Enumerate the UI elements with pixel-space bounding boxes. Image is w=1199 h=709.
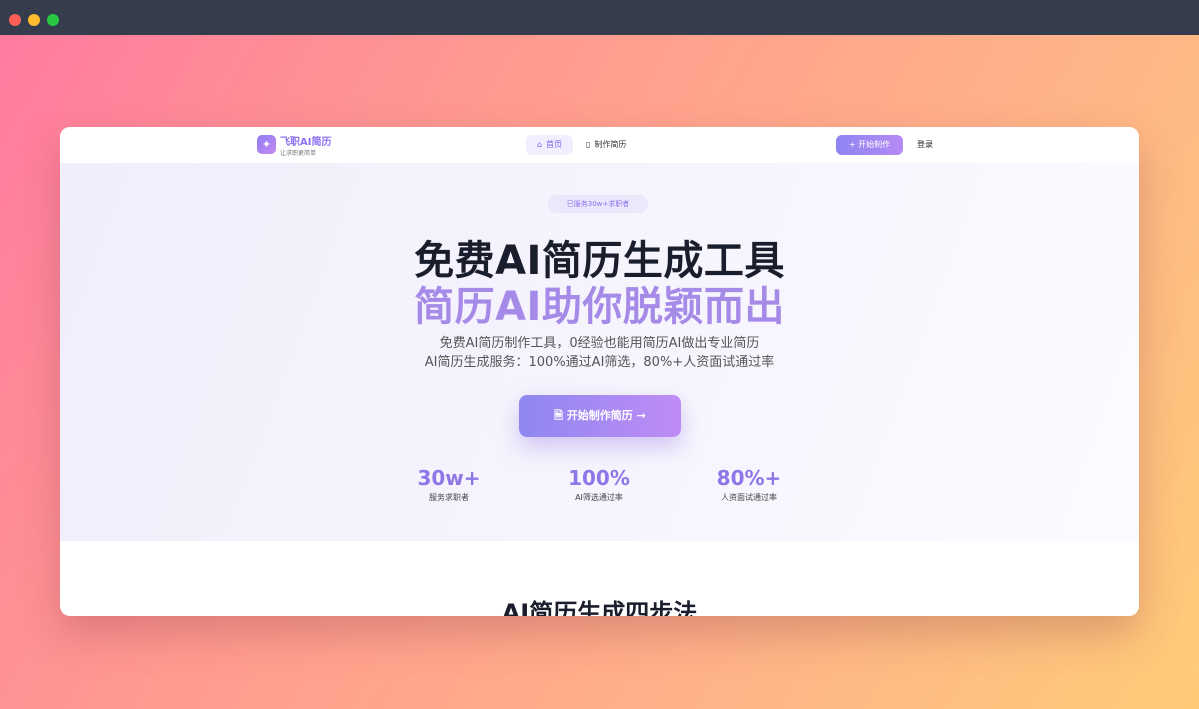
nav-home-label: 首页	[546, 140, 563, 149]
stat-label: 人资面试通过率	[721, 493, 777, 502]
served-users-badge: 已服务30w+求职者	[548, 195, 648, 213]
hero-section: 已服务30w+求职者 免费AI简历生成工具 简历AI助你脱颖而出 免费AI简历制…	[60, 163, 1139, 541]
brand-slogan: 让求职更简单	[280, 150, 317, 157]
hero-subtitle-line1: 免费AI简历制作工具，0经验也能用简历AI做出专业简历	[439, 336, 760, 351]
arrow-right-icon: →	[632, 409, 646, 422]
close-window-button[interactable]	[9, 14, 21, 26]
cta-label: 开始制作简历	[566, 409, 633, 422]
top-navbar: ✦ 飞职AI简历 让求职更简单 ⌂ 首页 ▯ 制作简历 + 开始制作 登录	[60, 127, 1139, 164]
section-title: AI简历生成四步法	[501, 599, 698, 616]
login-link[interactable]: 登录	[917, 135, 933, 155]
stat-label: 服务求职者	[429, 493, 469, 502]
start-resume-cta-button[interactable]: 🗎 开始制作简历 →	[519, 395, 681, 437]
stat-hr-pass: 80%+ 人资面试通过率	[699, 466, 799, 503]
browser-titlebar	[0, 0, 1199, 35]
brand-name[interactable]: 飞职AI简历	[280, 133, 331, 148]
start-making-label: 开始制作	[858, 140, 891, 149]
hero-title-line2: 简历AI助你脱颖而出	[414, 284, 785, 330]
nav-make-resume-link[interactable]: ▯ 制作简历	[586, 135, 626, 155]
nav-home-link[interactable]: ⌂ 首页	[526, 135, 573, 155]
file-icon: 🗎	[554, 409, 567, 422]
logo-icon[interactable]: ✦	[257, 135, 276, 154]
start-making-button[interactable]: + 开始制作	[836, 135, 903, 155]
home-icon: ⌂	[536, 140, 543, 149]
stat-label: AI筛选通过率	[575, 493, 623, 502]
stat-value: 100%	[568, 466, 630, 490]
app-window: ✦ 飞职AI简历 让求职更简单 ⌂ 首页 ▯ 制作简历 + 开始制作 登录 已服务3…	[60, 127, 1139, 616]
minimize-window-button[interactable]	[28, 14, 40, 26]
plus-icon: +	[848, 140, 859, 149]
stat-value: 80%+	[716, 466, 782, 490]
document-icon: ▯	[586, 140, 591, 149]
nav-make-resume-label: 制作简历	[594, 140, 627, 149]
stat-users: 30w+ 服务求职者	[399, 466, 499, 503]
stat-ai-pass: 100% AI筛选通过率	[549, 466, 649, 503]
maximize-window-button[interactable]	[47, 14, 59, 26]
hero-subtitle-line2: AI简历生成服务：100%通过AI筛选，80%+人资面试通过率	[424, 355, 775, 370]
stat-value: 30w+	[417, 466, 481, 490]
